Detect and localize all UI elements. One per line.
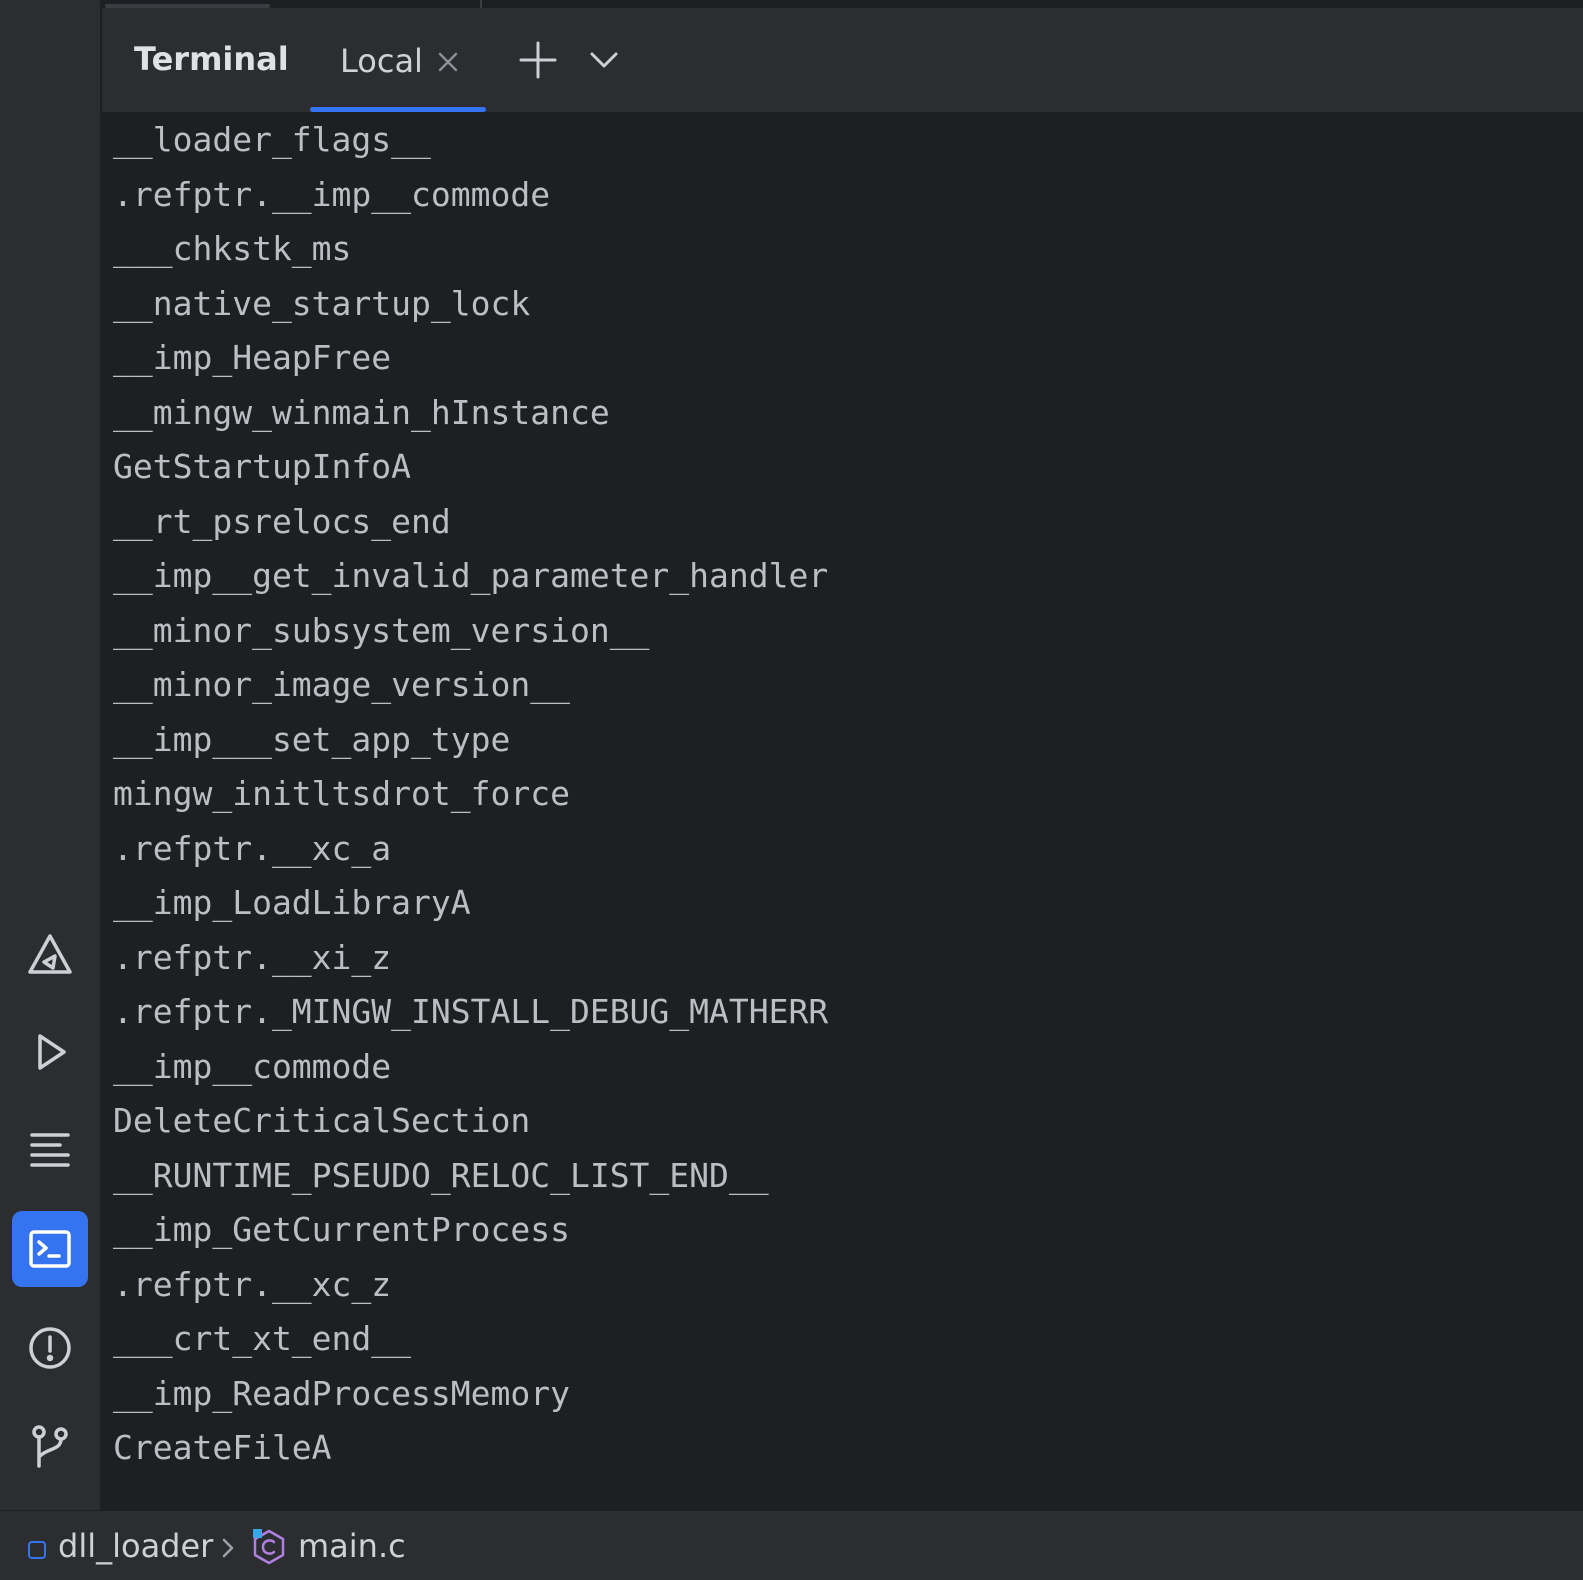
add-tab-icon[interactable]: [516, 38, 560, 82]
terminal-line: __imp_ReadProcessMemory: [113, 1374, 570, 1413]
terminal-line: __imp__commode: [113, 1047, 392, 1086]
terminal-icon: [29, 1230, 71, 1268]
terminal-output[interactable]: __loader_flags__ .refptr.__imp__commode …: [102, 112, 1583, 1510]
problems-tool-button[interactable]: [12, 1310, 88, 1386]
close-icon[interactable]: [434, 48, 462, 76]
terminal-line: .refptr.__xc_a: [113, 829, 392, 868]
terminal-line: __imp___set_app_type: [113, 720, 511, 759]
lines-list-icon: [30, 1133, 70, 1167]
status-bar: dll_loader main.c: [0, 1510, 1583, 1580]
terminal-tool-header: Terminal Local: [102, 8, 1583, 112]
tool-window-title: Terminal: [134, 40, 289, 78]
git-branch-icon: [32, 1425, 68, 1468]
terminal-line: __mingw_winmain_hInstance: [113, 393, 610, 432]
breadcrumb-file[interactable]: main.c: [298, 1527, 406, 1565]
project-icon: [28, 1541, 46, 1559]
terminal-line: mingw_initltsdrot_force: [113, 774, 570, 813]
terminal-line: __imp_HeapFree: [113, 338, 392, 377]
warning-circle-icon: [29, 1327, 71, 1369]
divider: [480, 0, 482, 8]
tab-local[interactable]: Local: [310, 8, 486, 112]
tab-label: Local: [340, 42, 423, 80]
terminal-line: .refptr.__xc_z: [113, 1265, 392, 1304]
git-tool-button[interactable]: [12, 1408, 88, 1484]
terminal-tool-button[interactable]: [12, 1211, 88, 1287]
terminal-line: __native_startup_lock: [113, 284, 531, 323]
terminal-line: __imp_LoadLibraryA: [113, 883, 471, 922]
terminal-line: __RUNTIME_PSEUDO_RELOC_LIST_END__: [113, 1156, 769, 1195]
terminal-line: .refptr._MINGW_INSTALL_DEBUG_MATHERR: [113, 992, 829, 1031]
terminal-line: __imp__get_invalid_parameter_handler: [113, 556, 829, 595]
chevron-right-icon: [222, 1538, 234, 1558]
terminal-line: __rt_psrelocs_end: [113, 502, 451, 541]
c-file-icon: [253, 1529, 285, 1565]
build-tool-button[interactable]: [12, 916, 88, 992]
terminal-line: .refptr.__xi_z: [113, 938, 392, 977]
build-triangle-icon: [28, 934, 72, 974]
structure-tool-button[interactable]: [12, 1112, 88, 1188]
top-strip: [102, 0, 1583, 8]
run-play-icon: [38, 1034, 66, 1070]
chevron-down-icon[interactable]: [582, 38, 626, 82]
terminal-line: ___chkstk_ms: [113, 229, 352, 268]
terminal-line: GetStartupInfoA: [113, 447, 412, 486]
terminal-line: DeleteCriticalSection: [113, 1101, 531, 1140]
terminal-line: __loader_flags__: [113, 120, 431, 159]
terminal-line: ___crt_xt_end__: [113, 1319, 412, 1358]
left-tool-rail: [0, 0, 101, 1510]
terminal-line: __minor_image_version__: [113, 665, 570, 704]
terminal-line: __minor_subsystem_version__: [113, 611, 650, 650]
breadcrumb-project[interactable]: dll_loader: [58, 1527, 213, 1565]
terminal-line: .refptr.__imp__commode: [113, 175, 551, 214]
terminal-line: __imp_GetCurrentProcess: [113, 1210, 570, 1249]
terminal-line: CreateFileA: [113, 1428, 332, 1467]
run-tool-button[interactable]: [12, 1014, 88, 1090]
